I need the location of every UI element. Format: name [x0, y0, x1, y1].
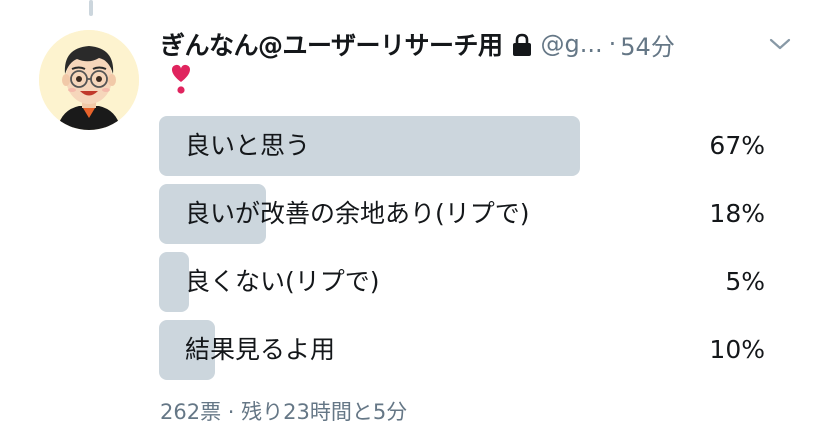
poll-vote-count: 262票 — [160, 400, 222, 424]
thread-line — [89, 0, 93, 16]
display-name[interactable]: ぎんなん@ユーザーリサーチ用 — [160, 26, 503, 62]
heart-exclamation-icon — [171, 64, 191, 94]
avatar-illustration — [39, 30, 139, 130]
avatar[interactable] — [39, 30, 139, 130]
poll-option[interactable]: 結果見るよ用 10% — [159, 320, 799, 380]
poll-option-label: 良いが改善の余地あり(リプで) — [185, 199, 530, 228]
poll-meta: 262票 · 残り23時間と5分 — [160, 396, 407, 426]
poll-option-percent: 18% — [709, 199, 765, 228]
poll-meta-separator: · — [227, 400, 235, 424]
poll-option[interactable]: 良いと思う 67% — [159, 116, 799, 176]
user-handle[interactable]: @g... — [541, 30, 603, 58]
poll: 良いと思う 67% 良いが改善の余地あり(リプで) 18% 良くない(リプで) … — [159, 116, 799, 388]
poll-option-label: 良くない(リプで) — [185, 267, 380, 296]
poll-option[interactable]: 良くない(リプで) 5% — [159, 252, 799, 312]
header-separator: · — [608, 30, 617, 58]
poll-option-percent: 10% — [709, 335, 765, 364]
chevron-down-icon[interactable] — [766, 30, 794, 58]
lock-icon — [511, 33, 533, 57]
poll-time-left: 残り23時間と5分 — [241, 400, 408, 424]
tweet[interactable]: ぎんなん@ユーザーリサーチ用 @g... · 54分 ❣️ 良いと思う 67% — [0, 0, 827, 443]
tweet-timestamp[interactable]: 54分 — [620, 27, 675, 62]
poll-option[interactable]: 良いが改善の余地あり(リプで) 18% — [159, 184, 799, 244]
tweet-text: ❣️ — [166, 62, 196, 96]
tweet-header: ぎんなん@ユーザーリサーチ用 @g... · 54分 — [160, 24, 800, 64]
poll-option-percent: 67% — [709, 131, 765, 160]
poll-option-percent: 5% — [725, 267, 765, 296]
poll-option-label: 結果見るよ用 — [185, 335, 336, 364]
poll-option-label: 良いと思う — [185, 131, 311, 160]
